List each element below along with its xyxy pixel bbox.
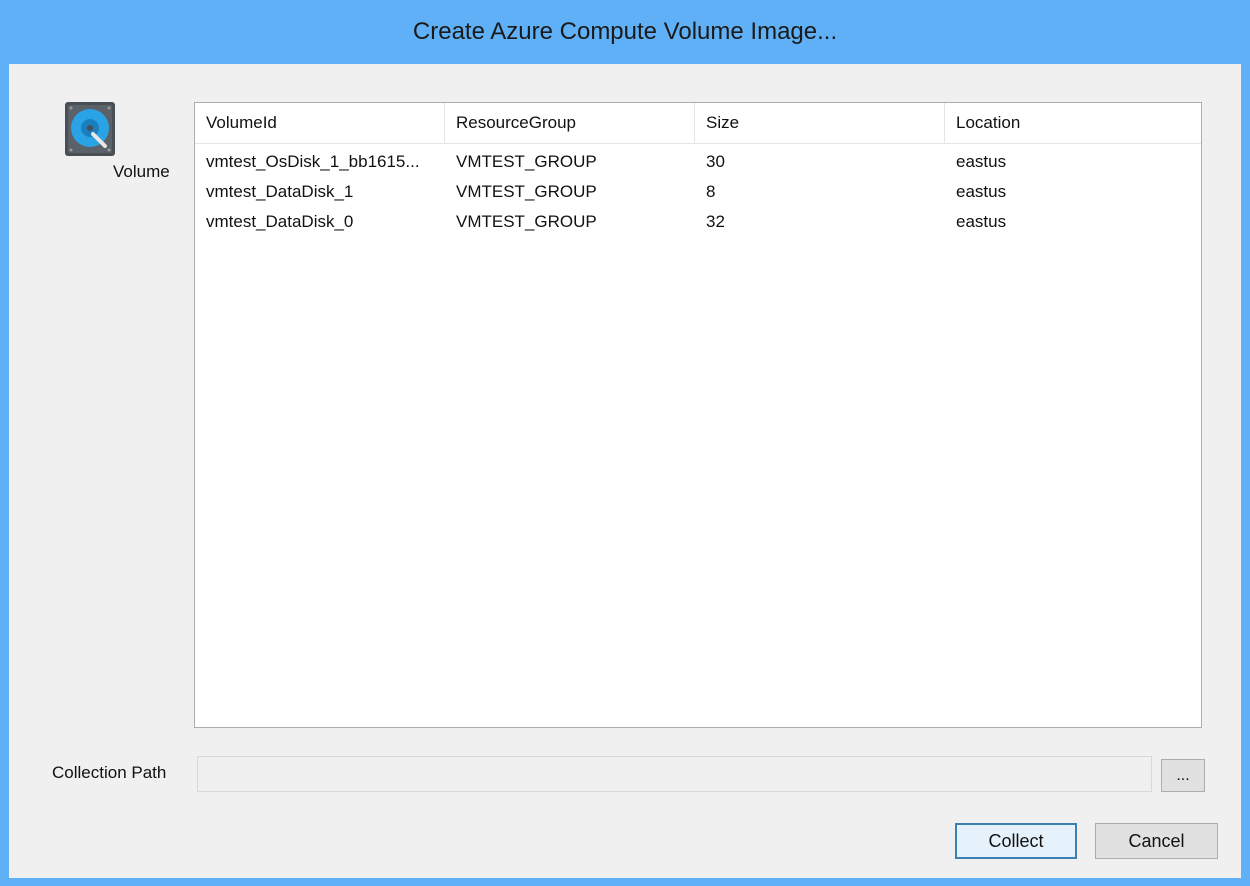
cell-location: eastus [956,152,1007,171]
cell-volumeid: vmtest_OsDisk_1_bb1615... [206,152,420,171]
column-header-size[interactable]: Size [695,103,945,143]
cell-resourcegroup: VMTEST_GROUP [456,182,597,201]
volume-label: Volume [113,162,170,181]
list-header: VolumeId ResourceGroup Size Location [195,103,1201,144]
cell-volumeid: vmtest_DataDisk_0 [206,212,354,231]
cell-size: 30 [706,152,725,171]
cell-location: eastus [956,212,1007,231]
hard-disk-icon [63,102,117,156]
collection-path-input[interactable] [197,756,1152,792]
volume-list[interactable]: VolumeId ResourceGroup Size Location vmt… [194,102,1202,728]
column-header-location[interactable]: Location [945,103,1195,143]
cancel-button[interactable]: Cancel [1095,823,1218,859]
table-row[interactable]: vmtest_DataDisk_1 VMTEST_GROUP 8 eastus [195,177,1201,207]
browse-button[interactable]: ... [1161,759,1205,792]
table-row[interactable]: vmtest_OsDisk_1_bb1615... VMTEST_GROUP 3… [195,147,1201,177]
cell-volumeid: vmtest_DataDisk_1 [206,182,354,201]
cell-resourcegroup: VMTEST_GROUP [456,152,597,171]
dialog-window: Create Azure Compute Volume Image... Vol… [0,0,1250,886]
table-row[interactable]: vmtest_DataDisk_0 VMTEST_GROUP 32 eastus [195,207,1201,237]
collection-path-label: Collection Path [52,763,167,782]
cell-resourcegroup: VMTEST_GROUP [456,212,597,231]
cell-size: 32 [706,212,725,231]
column-header-volumeid[interactable]: VolumeId [195,103,445,143]
title-bar[interactable]: Create Azure Compute Volume Image... [0,0,1250,64]
collect-button[interactable]: Collect [955,823,1077,859]
column-header-resourcegroup[interactable]: ResourceGroup [445,103,695,143]
cell-location: eastus [956,182,1007,201]
cell-size: 8 [706,182,716,201]
dialog-client-area: Volume VolumeId ResourceGroup Size Locat… [9,64,1241,878]
window-title: Create Azure Compute Volume Image... [412,18,838,45]
